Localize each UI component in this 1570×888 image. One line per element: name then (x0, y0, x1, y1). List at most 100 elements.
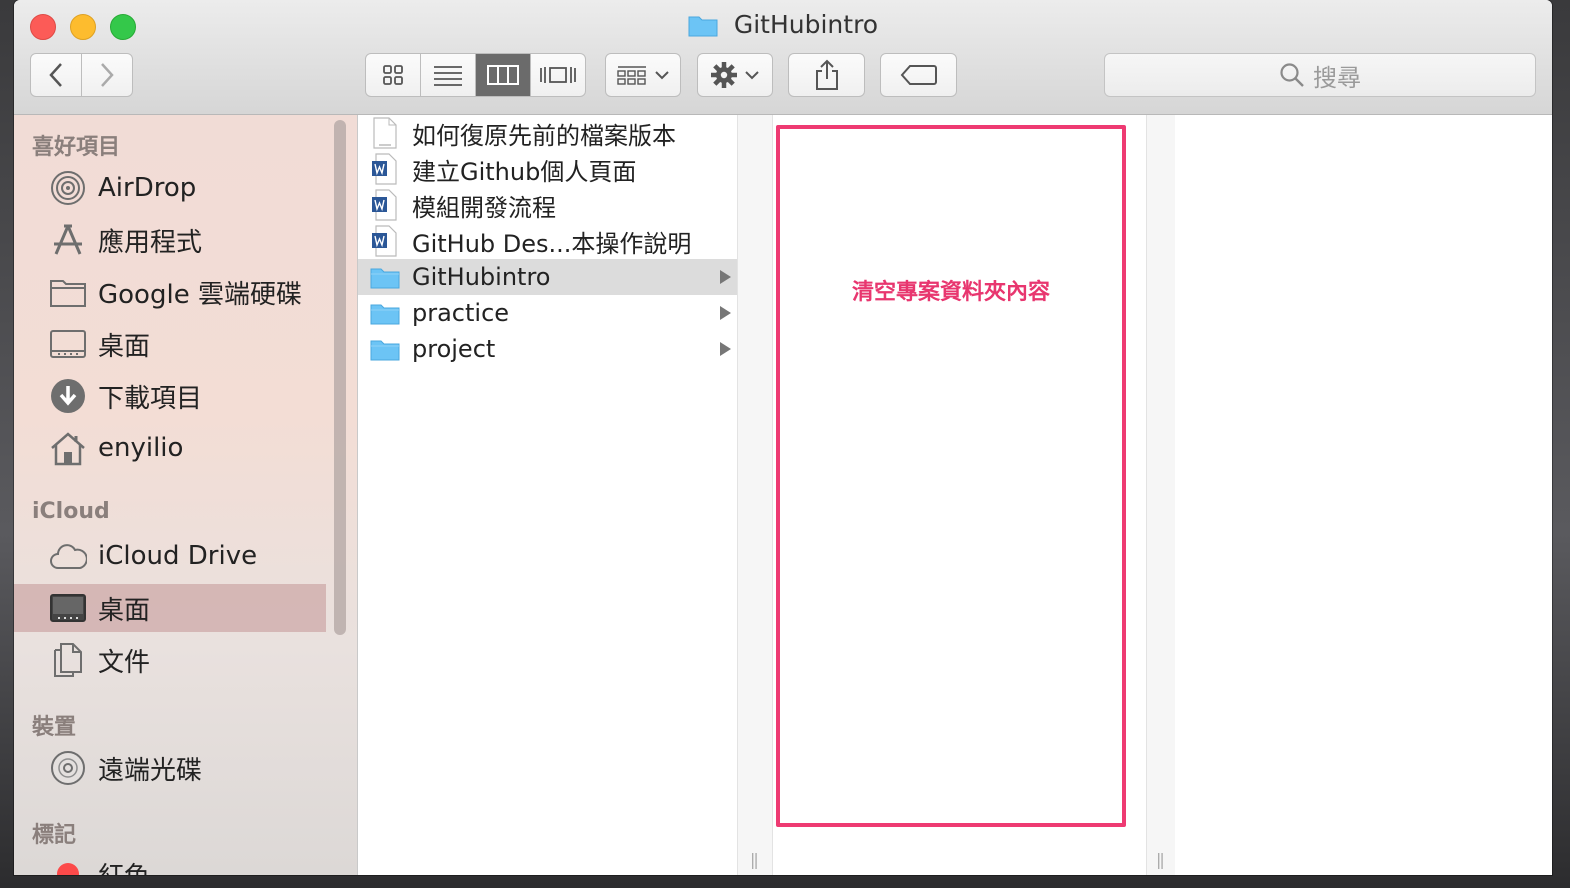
disclosure-arrow-icon (720, 306, 731, 320)
file-name: 如何復原先前的檔案版本 (412, 121, 676, 150)
search-icon (1280, 63, 1304, 87)
share-button[interactable] (788, 53, 865, 97)
document-icon (370, 117, 400, 149)
sidebar-item-google-drive[interactable]: Google 雲端硬碟 (14, 268, 326, 316)
chevron-down-icon (745, 71, 759, 80)
list-view-icon (434, 66, 462, 86)
file-row[interactable]: GitHub Des...本操作說明 (358, 223, 737, 259)
chevron-right-icon (101, 63, 114, 87)
window-title-area: GitHubintro (14, 10, 1552, 43)
airdrop-icon (48, 168, 88, 208)
desktop-icon (48, 588, 88, 628)
file-name: 建立Github個人頁面 (412, 157, 637, 186)
file-row[interactable]: 建立Github個人頁面 (358, 151, 737, 187)
sidebar-item-airdrop[interactable]: AirDrop (14, 164, 326, 212)
column-view-icon (487, 65, 519, 85)
cover-flow-icon (540, 67, 576, 83)
sidebar-item-applications[interactable]: 應用程式 (14, 216, 326, 264)
download-icon (48, 376, 88, 416)
column-resize-grip[interactable]: || (750, 850, 759, 869)
sidebar-item-icloud-desktop[interactable]: 桌面 (14, 584, 326, 632)
sidebar-item-label: 桌面 (98, 331, 151, 362)
annotation-label: 清空專案資料夾內容 (851, 280, 1050, 305)
sidebar-item-desktop[interactable]: 桌面 (14, 320, 326, 368)
tag-icon (900, 65, 937, 85)
desktop-icon (48, 324, 88, 364)
sidebar-item-label: enyilio (98, 433, 184, 463)
sidebar-heading-devices: 裝置 (32, 715, 77, 740)
file-name: 模組開發流程 (412, 193, 556, 222)
folder-icon (48, 272, 88, 312)
column-divider[interactable]: || (1146, 115, 1176, 875)
sidebar-item-remote-disc[interactable]: 遠端光碟 (14, 744, 326, 792)
column-divider[interactable]: || (737, 115, 773, 875)
documents-icon (48, 640, 88, 680)
folder-icon (370, 297, 400, 329)
disc-icon (48, 748, 88, 788)
file-name: GitHubintro (412, 263, 551, 291)
sidebar-item-downloads[interactable]: 下載項目 (14, 372, 326, 420)
forward-button[interactable] (81, 53, 133, 97)
icon-view-icon (383, 65, 403, 85)
sidebar-item-icloud-drive[interactable]: iCloud Drive (14, 532, 326, 580)
column-view-button[interactable] (476, 54, 531, 96)
applications-icon (48, 220, 88, 260)
red-tag-icon (48, 854, 88, 875)
search-placeholder: 搜尋 (1313, 63, 1361, 92)
sidebar-item-label: 下載項目 (98, 383, 203, 414)
file-row[interactable]: 模組開發流程 (358, 187, 737, 223)
search-field[interactable]: 搜尋 (1104, 53, 1536, 97)
sidebar-item-label: 桌面 (98, 595, 151, 626)
back-button[interactable] (30, 53, 82, 97)
file-row[interactable]: 如何復原先前的檔案版本 (358, 115, 737, 151)
sidebar-item-label: iCloud Drive (98, 541, 258, 571)
cover-flow-button[interactable] (531, 54, 585, 96)
folder-row[interactable]: project (358, 331, 737, 367)
view-mode-control (365, 53, 586, 97)
disclosure-arrow-icon (720, 270, 731, 284)
file-column-1: 如何復原先前的檔案版本 建立Github個人頁面 模組開發流程 GitHub D… (358, 115, 738, 875)
folder-row[interactable]: practice (358, 295, 737, 331)
sidebar-item-label: Google 雲端硬碟 (98, 279, 302, 310)
title-bar: GitHubintro 搜尋 (14, 0, 1552, 115)
sidebar-item-label: 遠端光碟 (98, 755, 203, 786)
sidebar-item-home[interactable]: enyilio (14, 424, 326, 472)
sidebar-item-label: 應用程式 (98, 227, 203, 258)
arrange-icon (617, 66, 646, 85)
annotation-highlight-box (776, 125, 1126, 827)
arrange-button[interactable] (605, 53, 681, 97)
window-title: GitHubintro (733, 10, 879, 39)
sidebar-item-label: AirDrop (98, 173, 197, 203)
sidebar-item-label: 文件 (98, 647, 151, 678)
sidebar-heading-tags: 標記 (32, 823, 77, 848)
sidebar-heading-favorites: 喜好項目 (32, 135, 121, 160)
action-button[interactable] (697, 53, 773, 97)
folder-icon (688, 13, 718, 43)
folder-icon (370, 261, 400, 293)
chevron-down-icon (655, 71, 669, 80)
word-document-icon (370, 189, 400, 221)
file-name: practice (412, 299, 510, 327)
chevron-left-icon (49, 63, 62, 87)
file-column-3-empty (1175, 115, 1552, 875)
icon-view-button[interactable] (366, 54, 421, 96)
sidebar-scrollbar[interactable] (334, 120, 346, 635)
word-document-icon (370, 153, 400, 185)
sidebar-item-documents[interactable]: 文件 (14, 636, 326, 684)
home-icon (48, 428, 88, 468)
folder-row-selected[interactable]: GitHubintro (358, 259, 737, 295)
column-resize-grip[interactable]: || (1156, 850, 1165, 869)
file-name: project (412, 335, 496, 363)
sidebar-item-label: 紅色 (98, 856, 150, 876)
sidebar-item-tag-red[interactable]: 紅色 (14, 850, 326, 875)
edit-tags-button[interactable] (880, 53, 957, 97)
sidebar-heading-icloud: iCloud (32, 499, 110, 524)
folder-icon (370, 333, 400, 365)
list-view-button[interactable] (421, 54, 476, 96)
word-document-icon (370, 225, 400, 257)
share-icon (815, 59, 838, 90)
file-name: GitHub Des...本操作說明 (412, 229, 692, 258)
gear-icon (711, 62, 737, 88)
cloud-icon (48, 536, 88, 576)
disclosure-arrow-icon (720, 342, 731, 356)
